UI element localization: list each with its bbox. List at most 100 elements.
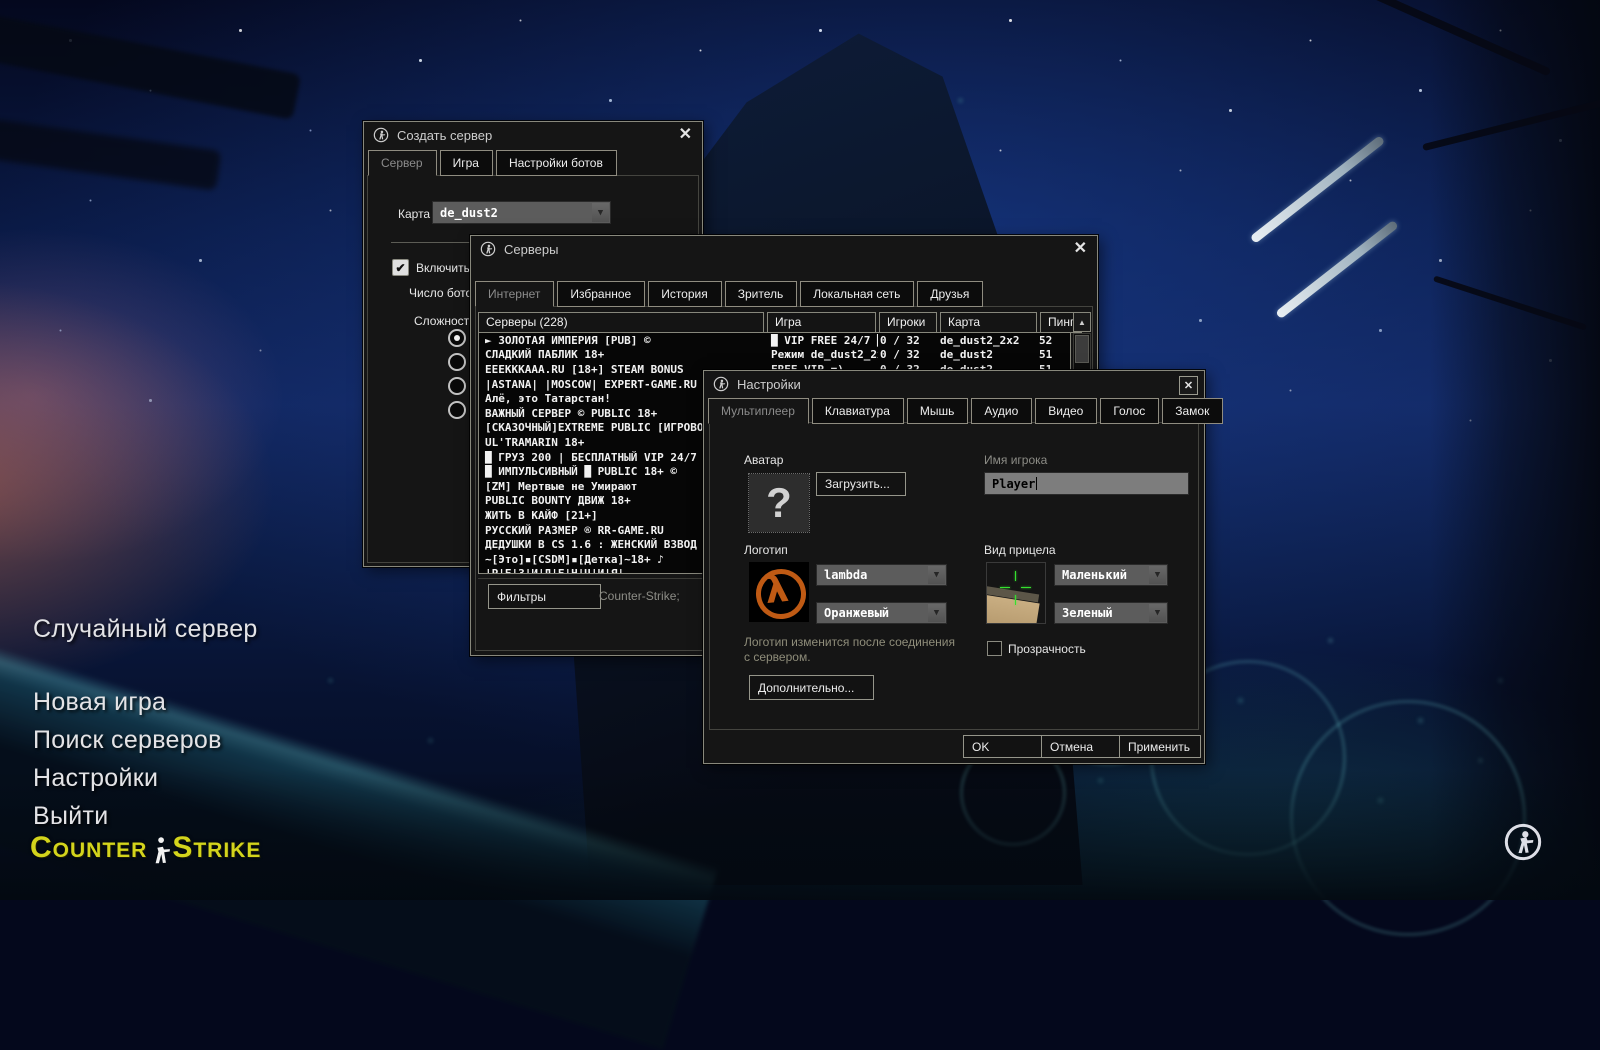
settings-title: Настройки bbox=[737, 377, 801, 392]
soldier-icon bbox=[149, 835, 171, 865]
enable-bots-checkbox[interactable]: ✔ bbox=[392, 259, 409, 276]
tab-Избранное[interactable]: Избранное bbox=[557, 281, 645, 307]
lambda-icon: λ bbox=[763, 567, 791, 612]
server-row[interactable]: СЛАДКИЙ ПАБЛИК 18+Режим de_dust2_2x20 / … bbox=[479, 348, 1070, 363]
crosshair-size-dropdown[interactable]: Маленький ▼ bbox=[1054, 564, 1168, 586]
logo-dropdown[interactable]: lambda ▼ bbox=[816, 564, 947, 586]
filter-status-text: Counter-Strike; bbox=[599, 589, 680, 603]
upload-avatar-button[interactable]: Загрузить... bbox=[816, 472, 906, 496]
servers-titlebar: Серверы bbox=[471, 236, 1097, 262]
ok-button[interactable]: OK bbox=[963, 735, 1045, 758]
tab-Голос[interactable]: Голос bbox=[1100, 398, 1159, 424]
server-list-header: Серверы (228) Игра Игроки Карта Пинг bbox=[478, 312, 1085, 333]
settings-window: Настройки ✕ МультиплеерКлавиатураМышьАуд… bbox=[703, 370, 1205, 764]
server-map: de_dust2_2x2 bbox=[936, 334, 1035, 347]
server-game: █ VIP FREE 24/7 █ bbox=[769, 334, 878, 347]
tab-Мультиплеер[interactable]: Мультиплеер bbox=[708, 398, 809, 424]
menu-item-random-server[interactable]: Случайный сервер bbox=[33, 615, 258, 644]
create-server-titlebar: Создать сервер bbox=[364, 122, 702, 148]
tab-Локальная сеть[interactable]: Локальная сеть bbox=[800, 281, 914, 307]
transparency-label: Прозрачность bbox=[1008, 642, 1086, 656]
column-servers[interactable]: Серверы (228) bbox=[478, 312, 764, 333]
menu-item-new-game[interactable]: Новая игра bbox=[33, 688, 258, 717]
crosshair-preview bbox=[986, 562, 1046, 624]
crosshair-segment bbox=[1015, 595, 1016, 605]
tab-Видео[interactable]: Видео bbox=[1035, 398, 1097, 424]
scrollbar-thumb[interactable] bbox=[1075, 335, 1089, 363]
player-name-label: Имя игрока bbox=[984, 453, 1047, 467]
apply-button[interactable]: Применить bbox=[1119, 735, 1201, 758]
menu-item-find-servers[interactable]: Поиск серверов bbox=[33, 726, 258, 755]
spray-logo-preview: λ bbox=[749, 562, 809, 622]
tab-Игра[interactable]: Игра bbox=[440, 150, 493, 176]
column-map[interactable]: Карта bbox=[940, 312, 1037, 333]
column-game[interactable]: Игра bbox=[767, 312, 876, 333]
pagoda-roof-silhouette-2 bbox=[0, 109, 221, 190]
tab-Друзья[interactable]: Друзья bbox=[917, 281, 983, 307]
tab-Настройки ботов[interactable]: Настройки ботов bbox=[496, 150, 617, 176]
difficulty-radio-2[interactable] bbox=[448, 377, 466, 395]
logo-color-dropdown[interactable]: Оранжевый ▼ bbox=[816, 602, 947, 624]
advanced-button[interactable]: Дополнительно... bbox=[749, 675, 874, 700]
difficulty-radio-1[interactable] bbox=[448, 353, 466, 371]
close-icon[interactable]: ✕ bbox=[679, 126, 692, 144]
logo-color-value: Оранжевый bbox=[824, 606, 889, 620]
close-icon[interactable]: ✕ bbox=[1074, 240, 1087, 258]
difficulty-radio-0[interactable] bbox=[448, 329, 466, 347]
servers-tabbar: ИнтернетИзбранноеИсторияЗрительЛокальная… bbox=[475, 281, 983, 307]
difficulty-radio-3[interactable] bbox=[448, 401, 466, 419]
crosshair-color-dropdown[interactable]: Зеленый ▼ bbox=[1054, 602, 1168, 624]
chevron-down-icon[interactable]: ▼ bbox=[928, 566, 945, 584]
filters-button[interactable]: Фильтры bbox=[488, 584, 601, 609]
logo-label: Логотип bbox=[744, 543, 788, 557]
column-players[interactable]: Игроки bbox=[879, 312, 937, 333]
server-players: 0 / 32 bbox=[878, 334, 936, 347]
crosshair-segment bbox=[1015, 571, 1016, 581]
map-dropdown[interactable]: de_dust2 ▼ bbox=[432, 201, 611, 224]
tab-Зритель[interactable]: Зритель bbox=[725, 281, 798, 307]
chevron-down-icon[interactable]: ▼ bbox=[592, 203, 609, 222]
cs-window-icon bbox=[480, 241, 496, 257]
cs-window-icon bbox=[373, 127, 389, 143]
server-map: de_dust2 bbox=[936, 348, 1035, 361]
avatar-label: Аватар bbox=[744, 453, 783, 467]
sparkles bbox=[0, 0, 1, 1]
close-icon[interactable]: ✕ bbox=[1179, 376, 1198, 395]
player-name-value: Player bbox=[992, 477, 1035, 491]
scroll-up-icon[interactable]: ▲ bbox=[1073, 312, 1091, 332]
settings-tabbar: МультиплеерКлавиатураМышьАудиоВидеоГолос… bbox=[708, 398, 1223, 424]
tab-Интернет[interactable]: Интернет bbox=[475, 281, 554, 307]
chevron-down-icon[interactable]: ▼ bbox=[928, 604, 945, 622]
crosshair-label: Вид прицела bbox=[984, 543, 1056, 557]
sword-hilt-2 bbox=[1275, 220, 1399, 319]
difficulty-label: Сложность bbox=[414, 314, 475, 328]
crosshair-color-value: Зеленый bbox=[1062, 606, 1113, 620]
tab-Сервер[interactable]: Сервер bbox=[368, 150, 437, 176]
logo-strike-text: STRIKE bbox=[172, 833, 261, 863]
cs-window-icon bbox=[713, 376, 729, 392]
sword-hilt bbox=[1250, 135, 1386, 244]
create-server-tabbar: СерверИграНастройки ботов bbox=[368, 150, 617, 176]
cancel-button[interactable]: Отмена bbox=[1041, 735, 1123, 758]
menu-item-options[interactable]: Настройки bbox=[33, 764, 258, 793]
menu-item-quit[interactable]: Выйти bbox=[33, 802, 258, 831]
text-caret bbox=[1036, 477, 1037, 490]
tab-Аудио[interactable]: Аудио bbox=[971, 398, 1032, 424]
tab-Клавиатура[interactable]: Клавиатура bbox=[812, 398, 904, 424]
avatar[interactable]: ? bbox=[749, 474, 809, 532]
crosshair-segment bbox=[1021, 587, 1031, 588]
create-server-title: Создать сервер bbox=[397, 128, 492, 143]
transparency-checkbox[interactable] bbox=[987, 641, 1002, 656]
tab-История[interactable]: История bbox=[648, 281, 722, 307]
server-name: ► ЗОЛОТАЯ ИМПЕРИЯ [PUB] © bbox=[479, 334, 769, 347]
server-row[interactable]: ► ЗОЛОТАЯ ИМПЕРИЯ [PUB] ©█ VIP FREE 24/7… bbox=[479, 333, 1070, 348]
map-dropdown-value: de_dust2 bbox=[440, 206, 498, 220]
server-players: 0 / 32 bbox=[878, 348, 936, 361]
player-name-input[interactable]: Player bbox=[984, 472, 1189, 495]
chevron-down-icon[interactable]: ▼ bbox=[1149, 566, 1166, 584]
tab-Мышь[interactable]: Мышь bbox=[907, 398, 969, 424]
avatar-placeholder: ? bbox=[766, 479, 792, 527]
tab-Замок[interactable]: Замок bbox=[1162, 398, 1223, 424]
cs-emblem-icon bbox=[1503, 822, 1543, 862]
chevron-down-icon[interactable]: ▼ bbox=[1149, 604, 1166, 622]
